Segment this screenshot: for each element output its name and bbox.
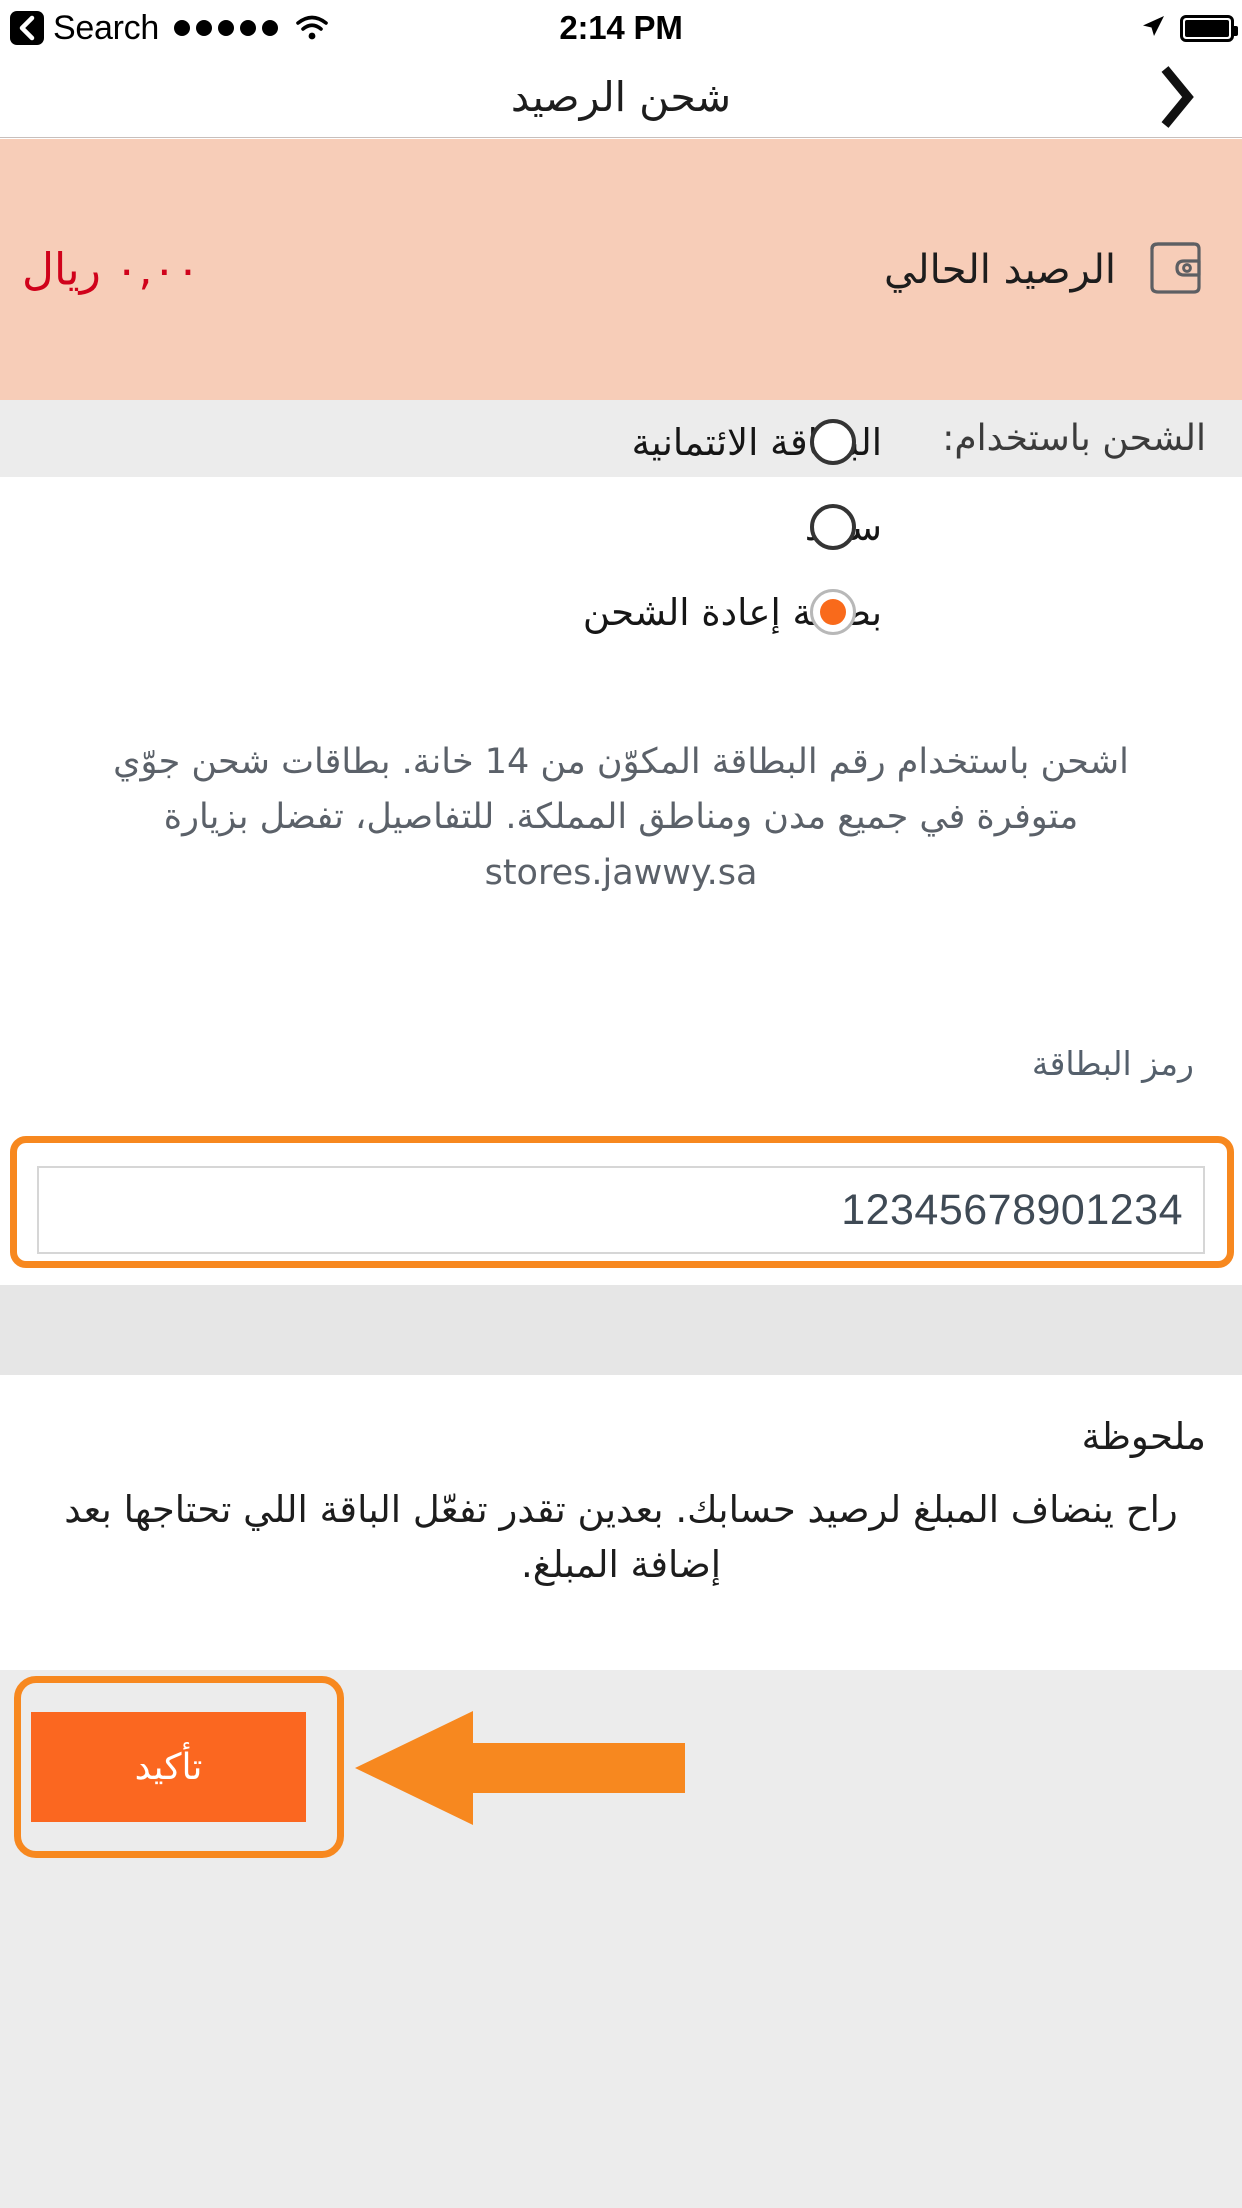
signal-strength-icon [173,20,278,36]
payment-method-options: البطاقة الائتمانية سداد بطاقة إعادة الشح… [0,419,1242,643]
card-code-field-block: رمز البطاقة [0,1030,1242,1187]
card-code-label: رمز البطاقة [1031,1044,1194,1083]
note-section: ملحوظة راح ينضاف المبلغ لرصيد حسابك. بعد… [0,1375,1242,1670]
balance-label: الرصيد الحالي [884,246,1116,293]
radio-recharge-card-icon[interactable] [810,589,856,635]
status-bar-carrier-label[interactable]: Search [53,11,159,45]
page-title: شحن الرصيد [510,72,732,121]
confirm-button-label: تأكيد [134,1746,203,1788]
section-divider [0,1285,1242,1375]
card-code-input[interactable]: 12345678901234 [37,1166,1205,1254]
radio-option-credit-card[interactable]: البطاقة الائتمانية [0,414,1242,470]
status-bar-clock: 2:14 PM [559,9,683,46]
confirm-button[interactable]: تأكيد [31,1712,306,1822]
chevron-left-icon[interactable] [10,11,44,45]
radio-option-recharge-card[interactable]: بطاقة إعادة الشحن [0,584,1242,640]
radio-credit-card-icon[interactable] [810,419,856,465]
chevron-right-icon[interactable] [1136,56,1216,137]
wallet-icon [1146,239,1206,301]
note-body: راح ينضاف المبلغ لرصيد حسابك. بعدين تقدر… [64,1488,1178,1586]
location-arrow-icon [1140,13,1166,43]
note-title: ملحوظة [1081,1415,1206,1458]
radio-option-sadad[interactable]: سداد [0,499,1242,555]
balance-amount: ٠,٠٠ ريال [22,244,200,295]
balance-label-group: الرصيد الحالي [884,239,1206,301]
current-balance-banner: الرصيد الحالي ٠,٠٠ ريال [0,139,1242,400]
battery-full-icon [1180,14,1238,42]
status-bar-right [1140,0,1238,56]
radio-sadad-icon[interactable] [810,504,856,550]
recharge-card-description: اشحن باستخدام رقم البطاقة المكوّن من 14 … [113,742,1129,893]
wifi-icon [295,15,329,41]
status-bar: Search 2:14 PM [0,0,1242,56]
navigation-bar: شحن الرصيد [0,56,1242,138]
card-code-input-value: 12345678901234 [841,1185,1183,1234]
status-bar-left: Search [10,0,329,56]
